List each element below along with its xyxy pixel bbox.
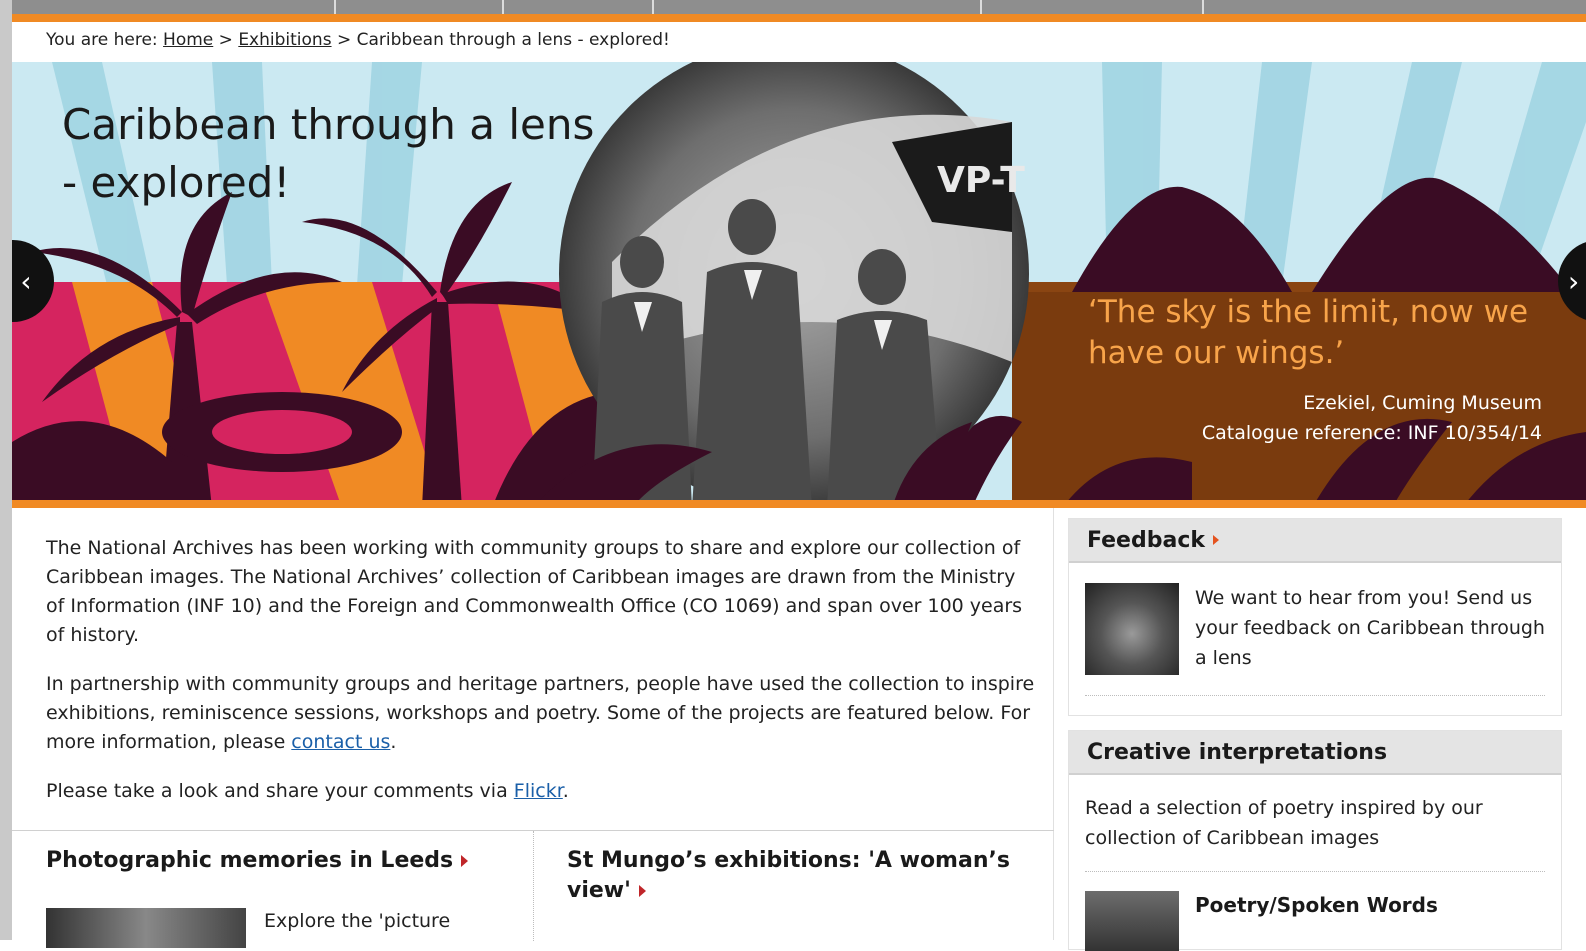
- catalogue-reference: Catalogue reference: INF 10/354/14: [1201, 422, 1542, 444]
- nav-strip: [12, 0, 1586, 14]
- breadcrumb: You are here: Home > Exhibitions > Carib…: [46, 30, 670, 50]
- creative-description: Read a selection of poetry inspired by o…: [1085, 797, 1483, 849]
- contact-us-link[interactable]: contact us: [291, 731, 390, 753]
- breadcrumb-prefix: You are here:: [46, 30, 158, 50]
- creative-interpretations-heading: Creative interpretations: [1069, 731, 1561, 775]
- feedback-heading-link[interactable]: Feedback: [1069, 519, 1561, 563]
- nav-separator: [980, 0, 982, 14]
- breadcrumb-home-link[interactable]: Home: [163, 30, 213, 50]
- creative-interpretations-box: Creative interpretations Read a selectio…: [1068, 730, 1562, 951]
- hero-banner: VP-T Caribbean through a lens - explored…: [12, 62, 1586, 508]
- chevron-right-icon: ›: [1568, 264, 1580, 298]
- hero-quote: ‘The sky is the limit, now we have our w…: [1088, 294, 1529, 371]
- divider: [1085, 695, 1545, 696]
- breadcrumb-separator: >: [218, 30, 233, 50]
- nav-separator: [652, 0, 654, 14]
- nav-separator: [502, 0, 504, 14]
- top-navigation-bar: [12, 0, 1586, 22]
- page-frame: [0, 0, 12, 940]
- breadcrumb-current: Caribbean through a lens - explored!: [356, 30, 670, 50]
- poetry-thumbnail[interactable]: [1085, 891, 1179, 951]
- leeds-thumbnail[interactable]: [46, 908, 246, 948]
- flickr-link[interactable]: Flickr: [514, 780, 563, 802]
- nav-separator: [1202, 0, 1204, 14]
- hero-title: Caribbean through a lens - explored!: [62, 100, 595, 207]
- leeds-description: Explore the 'picture: [264, 910, 451, 932]
- feedback-text: We want to hear from you! Send us your f…: [1195, 587, 1545, 669]
- leeds-project-link[interactable]: Photographic memories in Leeds: [46, 846, 469, 876]
- breadcrumb-exhibitions-link[interactable]: Exhibitions: [238, 30, 331, 50]
- plane-registration: VP-T: [937, 160, 1025, 201]
- arrow-right-icon: [461, 855, 469, 867]
- divider: [1085, 871, 1545, 872]
- quote-source: Ezekiel, Cuming Museum: [1303, 392, 1542, 414]
- intro-paragraph: The National Archives has been working w…: [46, 537, 1023, 646]
- nav-separator: [334, 0, 336, 14]
- intro-paragraph: Please take a look and share your commen…: [46, 780, 569, 802]
- feedback-thumbnail[interactable]: [1085, 583, 1179, 675]
- arrow-right-icon: [1213, 535, 1219, 545]
- chevron-left-icon: ‹: [20, 264, 32, 298]
- intro-text: The National Archives has been working w…: [46, 534, 1036, 826]
- column-divider: [533, 831, 534, 941]
- arrow-right-icon: [638, 885, 646, 897]
- st-mungos-project-link[interactable]: St Mungo’s exhibitions: 'A woman’s view': [567, 846, 1037, 906]
- breadcrumb-separator: >: [336, 30, 352, 50]
- column-border: [1053, 508, 1054, 940]
- poetry-link[interactable]: Poetry/Spoken Words: [1195, 893, 1438, 917]
- accent-stripe: [12, 14, 1586, 22]
- intro-paragraph: In partnership with community groups and…: [46, 673, 1035, 753]
- hero-attribution: Ezekiel, Cuming Museum Catalogue referen…: [1202, 388, 1542, 448]
- feedback-box: Feedback We want to hear from you! Send …: [1068, 518, 1562, 716]
